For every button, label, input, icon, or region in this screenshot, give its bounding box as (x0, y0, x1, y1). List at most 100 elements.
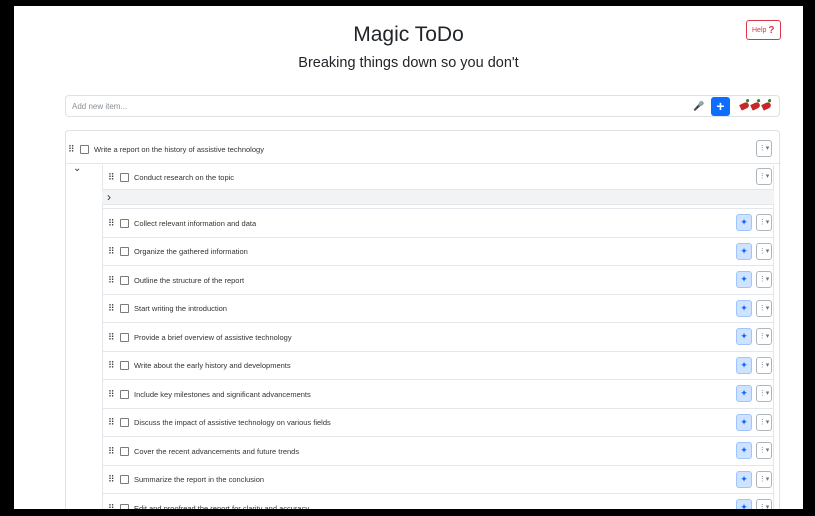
divider (102, 265, 774, 266)
task-menu-button[interactable]: ⋮▾ (756, 214, 772, 231)
magic-wand-button[interactable]: ✦ (736, 499, 752, 509)
drag-handle-icon[interactable]: ⠿ (108, 503, 117, 510)
task-menu-button[interactable]: ⋮▾ (756, 442, 772, 459)
help-button[interactable]: Help ? (746, 20, 781, 40)
spiciness-selector[interactable] (739, 101, 773, 111)
task-label[interactable]: Outline the structure of the report (134, 276, 244, 285)
app-window: Magic ToDo Breaking things down so you d… (14, 6, 803, 509)
list-item: ⠿ Outline the structure of the report (108, 266, 728, 294)
task-label[interactable]: Organize the gathered information (134, 247, 248, 256)
divider (102, 493, 774, 494)
divider (102, 436, 774, 437)
task-checkbox[interactable] (120, 361, 129, 370)
task-label[interactable]: Summarize the report in the conclusion (134, 475, 264, 484)
drag-handle-icon[interactable]: ⠿ (108, 360, 117, 371)
help-label: Help (752, 26, 767, 34)
collapsed-subtasks-bar[interactable] (102, 189, 774, 205)
task-menu-button[interactable]: ⋮▾ (756, 328, 772, 345)
task-label[interactable]: Edit and proofread the report for clarit… (134, 504, 309, 510)
drag-handle-icon[interactable]: ⠿ (108, 417, 117, 428)
task-menu-button[interactable]: ⋮▾ (756, 140, 772, 157)
task-menu-button[interactable]: ⋮▾ (756, 499, 772, 509)
task-label[interactable]: Discuss the impact of assistive technolo… (134, 418, 331, 427)
magic-wand-button[interactable]: ✦ (736, 299, 752, 317)
magic-wand-button[interactable]: ✦ (736, 242, 752, 260)
chili-pepper-icon (739, 101, 750, 111)
task-label[interactable]: Collect relevant information and data (134, 219, 256, 228)
drag-handle-icon[interactable]: ⠿ (68, 144, 77, 155)
drag-handle-icon[interactable]: ⠿ (108, 218, 117, 229)
task-checkbox[interactable] (120, 247, 129, 256)
list-item: ⠿ Cover the recent advancements and futur… (108, 437, 728, 465)
magic-wand-button[interactable]: ✦ (736, 356, 752, 374)
magic-wand-icon: ✦ (740, 473, 748, 484)
divider (102, 293, 774, 295)
page-title: Magic ToDo (353, 23, 464, 46)
task-menu-button[interactable]: ⋮▾ (756, 168, 772, 185)
chevron-right-icon[interactable]: › (107, 190, 111, 204)
divider (102, 208, 774, 209)
microphone-icon[interactable]: 🎤 (693, 101, 705, 112)
drag-handle-icon[interactable]: ⠿ (108, 275, 117, 286)
magic-wand-button[interactable]: ✦ (736, 442, 752, 459)
task-menu-button[interactable]: ⋮▾ (756, 470, 772, 488)
drag-handle-icon[interactable]: ⠿ (108, 172, 117, 183)
task-checkbox[interactable] (120, 332, 129, 342)
add-item-input[interactable] (66, 96, 693, 116)
magic-wand-button[interactable]: ✦ (736, 385, 752, 402)
task-checkbox[interactable] (120, 475, 129, 484)
task-checkbox[interactable] (120, 304, 129, 313)
task-label[interactable]: Include key milestones and significant a… (134, 390, 311, 399)
task-menu-button[interactable]: ⋮▾ (756, 385, 772, 402)
list-item: ⠿ Include key milestones and significant … (108, 380, 728, 408)
task-checkbox[interactable] (120, 172, 129, 182)
magic-wand-button[interactable]: ✦ (736, 271, 752, 288)
task-checkbox[interactable] (120, 275, 129, 285)
list-item: ⠿ Edit and proofread the report for clari… (108, 494, 728, 509)
task-label[interactable]: Write about the early history and develo… (134, 361, 291, 370)
divider (102, 407, 774, 409)
magic-wand-icon: ✦ (740, 302, 748, 313)
chili-pepper-icon (761, 101, 772, 111)
magic-wand-icon: ✦ (740, 274, 748, 284)
task-menu-button[interactable]: ⋮▾ (756, 242, 772, 260)
task-menu-button[interactable]: ⋮▾ (756, 299, 772, 317)
list-item: ⠿ Start writing the introduction (108, 295, 728, 323)
drag-handle-icon[interactable]: ⠿ (108, 474, 117, 485)
list-item: ⠿ Conduct research on the topic (108, 163, 748, 191)
add-item-button[interactable]: + (711, 96, 730, 116)
task-menu-button[interactable]: ⋮▾ (756, 271, 772, 288)
magic-wand-icon: ✦ (740, 245, 748, 256)
task-label[interactable]: Cover the recent advancements and future… (134, 447, 299, 456)
drag-handle-icon[interactable]: ⠿ (108, 446, 117, 457)
task-label[interactable]: Write a report on the history of assisti… (94, 145, 264, 154)
task-checkbox[interactable] (80, 144, 89, 154)
task-menu-button[interactable]: ⋮▾ (756, 356, 772, 374)
magic-wand-button[interactable]: ✦ (736, 413, 752, 431)
magic-wand-button[interactable]: ✦ (736, 470, 752, 488)
divider (102, 379, 774, 380)
magic-wand-button[interactable]: ✦ (736, 328, 752, 345)
task-label[interactable]: Provide a brief overview of assistive te… (134, 333, 292, 342)
list-item: ⠿ Provide a brief overview of assistive t… (108, 323, 728, 351)
chili-pepper-icon (750, 101, 761, 111)
list-item: ⠿ Discuss the impact of assistive technol… (108, 409, 728, 437)
magic-wand-button[interactable]: ✦ (736, 214, 752, 231)
task-menu-button[interactable]: ⋮▾ (756, 413, 772, 431)
drag-handle-icon[interactable]: ⠿ (108, 389, 117, 400)
task-checkbox[interactable] (120, 503, 129, 509)
task-checkbox[interactable] (120, 218, 129, 228)
task-checkbox[interactable] (120, 389, 129, 399)
task-checkbox[interactable] (120, 446, 129, 456)
chevron-down-icon[interactable]: ⌄ (73, 163, 81, 174)
drag-handle-icon[interactable]: ⠿ (108, 246, 117, 257)
list-item: ⠿ Write a report on the history of assis… (68, 135, 768, 163)
drag-handle-icon[interactable]: ⠿ (108, 303, 117, 314)
task-label[interactable]: Start writing the introduction (134, 304, 227, 313)
task-label[interactable]: Conduct research on the topic (134, 173, 234, 182)
add-item-bar: 🎤 + (65, 95, 780, 117)
task-checkbox[interactable] (120, 418, 129, 427)
drag-handle-icon[interactable]: ⠿ (108, 332, 117, 343)
list-item: ⠿ Organize the gathered information (108, 238, 728, 266)
divider (102, 322, 774, 323)
